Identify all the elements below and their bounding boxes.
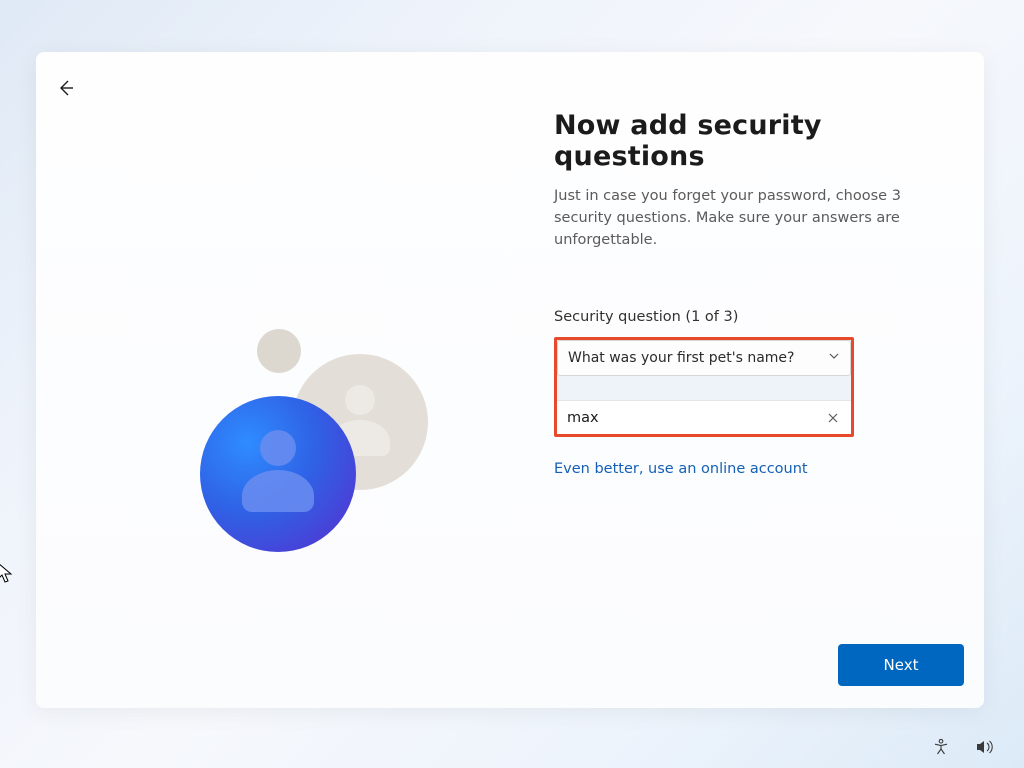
- selected-question-text: What was your first pet's name?: [568, 350, 794, 366]
- answer-input[interactable]: [557, 401, 851, 434]
- page-subtitle: Just in case you forget your password, c…: [554, 186, 924, 251]
- clear-input-button[interactable]: [823, 408, 843, 428]
- system-tray: [930, 736, 996, 758]
- chevron-down-icon: [828, 350, 840, 366]
- section-label: Security question (1 of 3): [554, 309, 924, 325]
- accessibility-icon: [932, 738, 950, 756]
- setup-panel: Now add security questions Just in case …: [36, 52, 984, 708]
- content-area: Now add security questions Just in case …: [554, 110, 924, 477]
- answer-row: [557, 400, 851, 434]
- page-title: Now add security questions: [554, 110, 924, 172]
- volume-icon: [975, 738, 995, 756]
- online-account-link[interactable]: Even better, use an online account: [554, 461, 808, 477]
- mouse-cursor: [0, 562, 15, 590]
- next-button[interactable]: Next: [838, 644, 964, 686]
- user-illustration: [166, 296, 456, 576]
- arrow-left-icon: [56, 78, 76, 98]
- close-icon: [827, 412, 839, 424]
- back-button[interactable]: [48, 70, 84, 106]
- question-answer-group: What was your first pet's name?: [554, 337, 854, 437]
- volume-button[interactable]: [974, 736, 996, 758]
- security-question-select[interactable]: What was your first pet's name?: [557, 340, 851, 376]
- select-gap: [557, 376, 851, 400]
- accessibility-button[interactable]: [930, 736, 952, 758]
